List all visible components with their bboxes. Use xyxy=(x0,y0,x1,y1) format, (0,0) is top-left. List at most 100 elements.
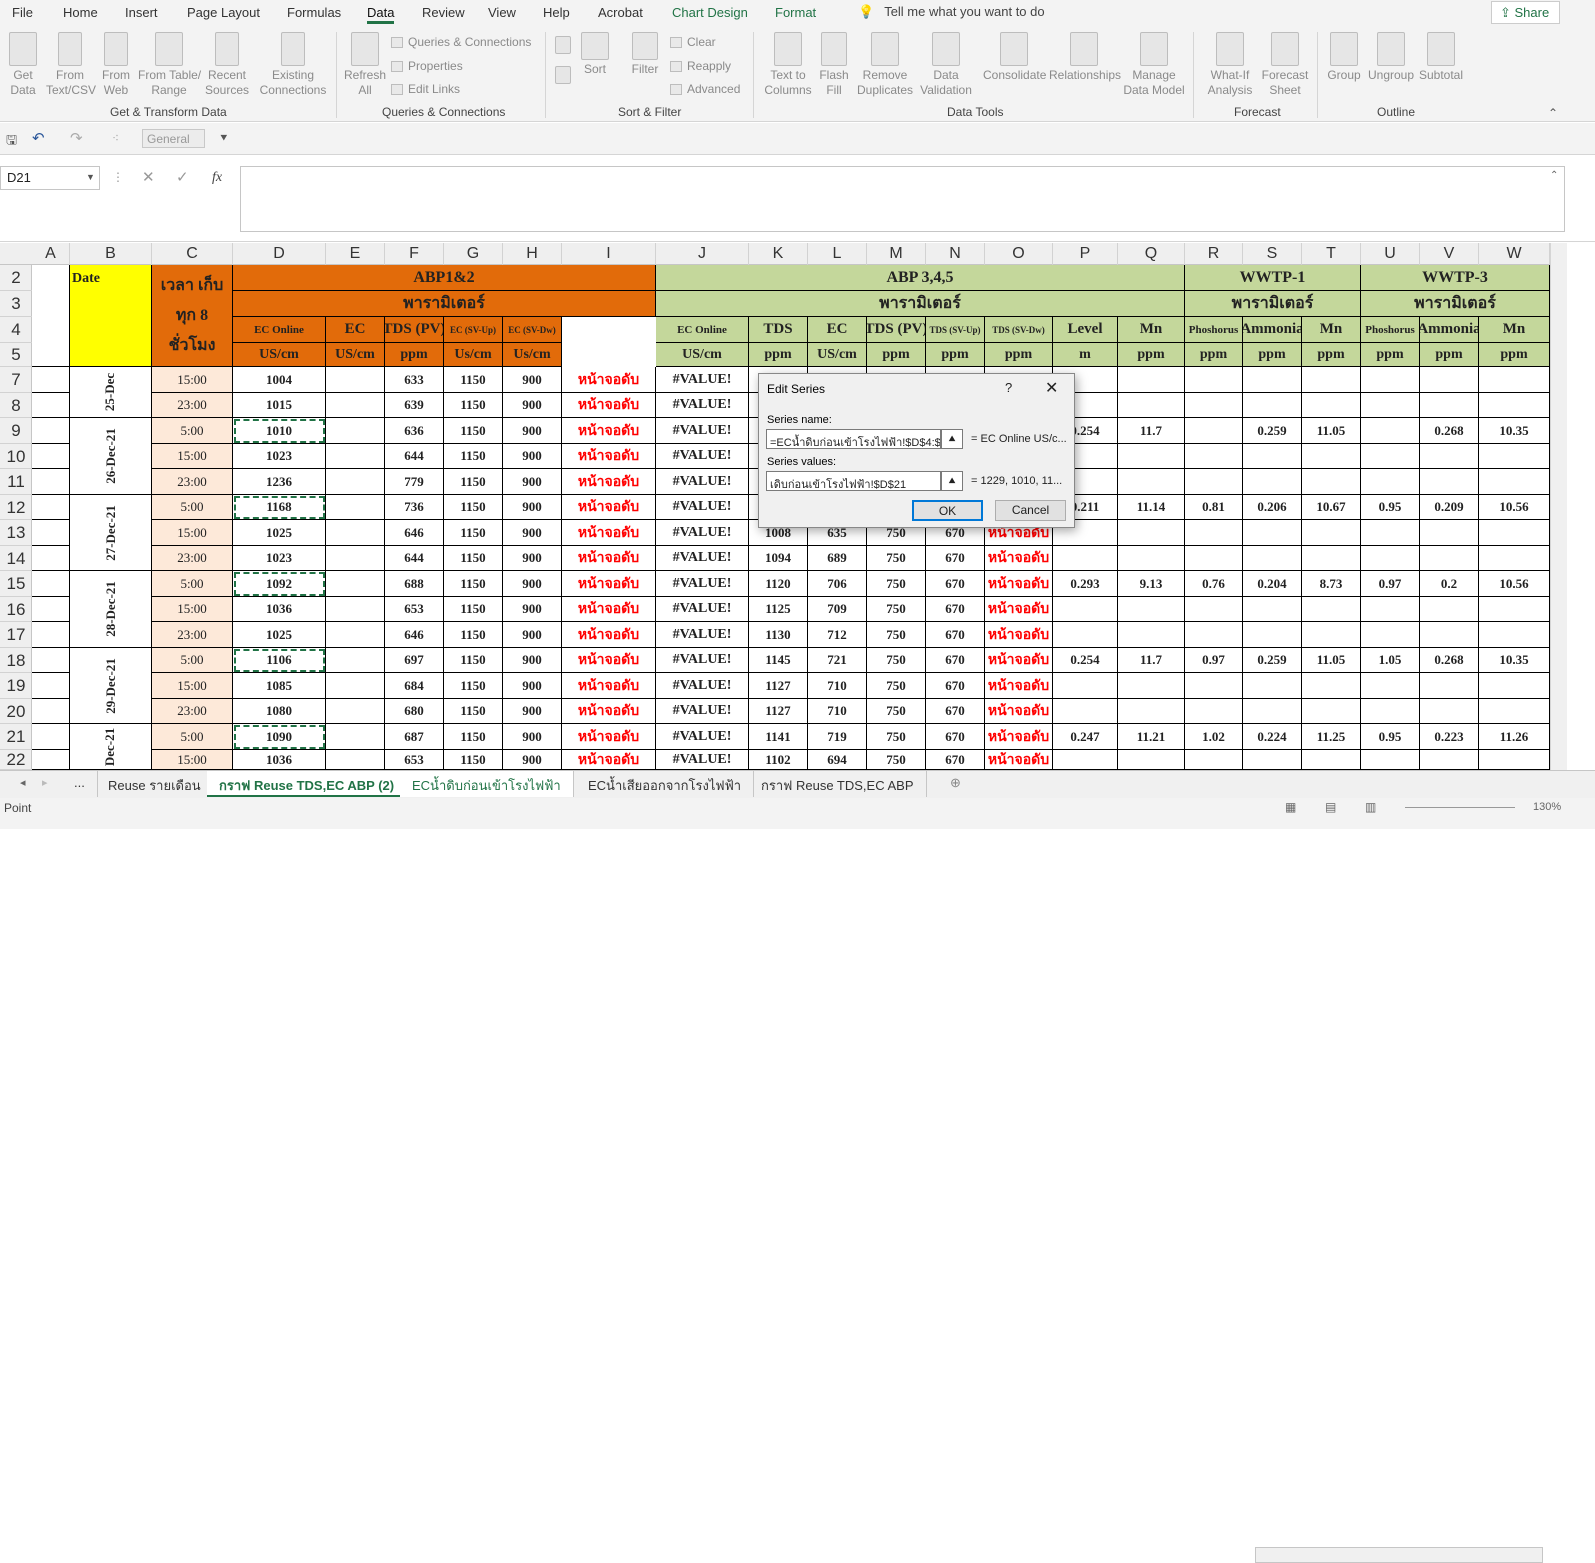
row-header-4[interactable]: 4 xyxy=(0,317,32,343)
column-header-d[interactable]: D xyxy=(233,243,326,265)
ec-sv-dw-cell[interactable]: 900 xyxy=(503,444,562,469)
ec-online-alarm-cell[interactable]: หน้าจอดับ xyxy=(562,367,656,393)
cell-a[interactable] xyxy=(32,367,70,393)
collapse-ribbon-icon[interactable]: ⌃ xyxy=(1548,106,1558,120)
from-web-button[interactable]: From Web xyxy=(100,32,132,98)
tds-value-error-cell[interactable]: #VALUE! xyxy=(656,418,749,444)
column-header-t[interactable]: T xyxy=(1302,243,1361,265)
tds-pv-cell[interactable]: 633 xyxy=(385,367,444,393)
ec-sv-dw-cell[interactable]: 900 xyxy=(503,648,562,673)
wwtp-t-cell[interactable] xyxy=(1302,673,1361,699)
wwtp-s-cell[interactable]: 0.259 xyxy=(1243,418,1302,444)
tds-sv-dw-cell[interactable]: 670 xyxy=(926,750,985,770)
wwtp-q-cell[interactable] xyxy=(1118,622,1185,648)
ec-online-alarm-cell[interactable]: หน้าจอดับ xyxy=(562,469,656,495)
wwtp-s-cell[interactable] xyxy=(1243,597,1302,622)
wwtp-v-cell[interactable] xyxy=(1420,367,1479,393)
ec-online-cell[interactable]: 1085 xyxy=(233,673,326,699)
ec-cell[interactable] xyxy=(326,673,385,699)
tds-value-error-cell[interactable]: #VALUE! xyxy=(656,622,749,648)
wwtp-u-cell[interactable] xyxy=(1361,367,1420,393)
wwtp-v-cell[interactable]: 0.268 xyxy=(1420,418,1479,444)
save-icon[interactable]: 🖫 xyxy=(6,131,17,153)
time-cell[interactable]: 5:00 xyxy=(152,724,233,750)
wwtp-s-cell[interactable]: 0.204 xyxy=(1243,571,1302,597)
forecast-sheet-button[interactable]: Forecast Sheet xyxy=(1260,32,1310,98)
tds-pv-cell[interactable]: 653 xyxy=(385,750,444,770)
tds-pv-cell[interactable]: 646 xyxy=(385,622,444,648)
time-cell[interactable]: 23:00 xyxy=(152,546,233,571)
tds-pv-cell[interactable]: 779 xyxy=(385,469,444,495)
row-header-18[interactable]: 18 xyxy=(0,648,32,673)
ec-cell[interactable] xyxy=(326,724,385,750)
cell-a[interactable] xyxy=(32,520,70,546)
ec-sv-dw-cell[interactable]: 900 xyxy=(503,699,562,724)
row-header-16[interactable]: 16 xyxy=(0,597,32,622)
column-header-j[interactable]: J xyxy=(656,243,749,265)
level-alarm-cell[interactable]: หน้าจอดับ xyxy=(985,724,1053,750)
ec-sv-up-cell[interactable]: 1150 xyxy=(444,367,503,393)
wwtp-s-cell[interactable]: 0.206 xyxy=(1243,495,1302,520)
consolidate-button[interactable]: Consolidate xyxy=(983,32,1046,83)
ec-online-alarm-cell[interactable]: หน้าจอดับ xyxy=(562,393,656,418)
column-header-e[interactable]: E xyxy=(326,243,385,265)
wwtp-r-cell[interactable] xyxy=(1185,546,1243,571)
column-header-m[interactable]: M xyxy=(867,243,926,265)
wwtp-q-cell[interactable] xyxy=(1118,673,1185,699)
tds-value-error-cell[interactable]: #VALUE! xyxy=(656,546,749,571)
wwtp-w-cell[interactable]: 10.56 xyxy=(1479,571,1550,597)
ec-abp345-cell[interactable]: 1145 xyxy=(749,648,808,673)
remove-duplicates-button[interactable]: Remove Duplicates xyxy=(856,32,914,98)
time-cell[interactable]: 15:00 xyxy=(152,444,233,469)
wwtp-s-cell[interactable]: 0.259 xyxy=(1243,648,1302,673)
filter-button[interactable]: Filter xyxy=(628,32,662,77)
ec-sv-up-cell[interactable]: 1150 xyxy=(444,520,503,546)
undo-icon[interactable]: ↶ xyxy=(32,129,45,147)
wwtp-w-cell[interactable] xyxy=(1479,673,1550,699)
row-header-5[interactable]: 5 xyxy=(0,343,32,367)
wwtp-p-cell[interactable]: 0.254 xyxy=(1053,648,1118,673)
tab-reuse-chart[interactable]: กราฟ Reuse TDS,EC ABP xyxy=(749,771,927,797)
column-header-c[interactable]: C xyxy=(152,243,233,265)
ec-sv-dw-cell[interactable]: 900 xyxy=(503,750,562,770)
wwtp-r-cell[interactable] xyxy=(1185,699,1243,724)
ec-online-alarm-cell[interactable]: หน้าจอดับ xyxy=(562,597,656,622)
wwtp-t-cell[interactable] xyxy=(1302,546,1361,571)
ec-cell[interactable] xyxy=(326,750,385,770)
ec-abp345-cell[interactable]: 1094 xyxy=(749,546,808,571)
row-header-2[interactable]: 2 xyxy=(0,265,32,291)
ec-abp345-cell[interactable]: 1127 xyxy=(749,673,808,699)
tds-pv-abp345-cell[interactable]: 712 xyxy=(808,622,867,648)
cell-a[interactable] xyxy=(32,699,70,724)
ungroup-button[interactable]: Ungroup xyxy=(1367,32,1415,83)
time-cell[interactable]: 23:00 xyxy=(152,622,233,648)
series-name-input[interactable]: =ECน้ำดิบก่อนเข้าโรงไฟฟ้า!$D$4:$D xyxy=(766,429,941,449)
vertical-scrollbar[interactable] xyxy=(1550,243,1567,770)
edit-links-button[interactable]: Edit Links xyxy=(391,82,460,96)
ec-sv-up-cell[interactable]: 1150 xyxy=(444,495,503,520)
wwtp-w-cell[interactable] xyxy=(1479,750,1550,770)
wwtp-p-cell[interactable] xyxy=(1053,546,1118,571)
tds-sv-dw-cell[interactable]: 670 xyxy=(926,648,985,673)
cell-a[interactable] xyxy=(32,444,70,469)
wwtp-w-cell[interactable] xyxy=(1479,622,1550,648)
time-cell[interactable]: 5:00 xyxy=(152,418,233,444)
tds-sv-up-cell[interactable]: 750 xyxy=(867,648,926,673)
help-icon[interactable]: ? xyxy=(1005,380,1012,395)
wwtp-q-cell[interactable] xyxy=(1118,469,1185,495)
ec-cell[interactable] xyxy=(326,571,385,597)
tds-value-error-cell[interactable]: #VALUE! xyxy=(656,469,749,495)
tds-sv-up-cell[interactable]: 750 xyxy=(867,699,926,724)
ec-online-cell[interactable]: 1106 xyxy=(233,648,326,673)
time-cell[interactable]: 15:00 xyxy=(152,597,233,622)
tds-pv-cell[interactable]: 684 xyxy=(385,673,444,699)
row-header-21[interactable]: 21 xyxy=(0,724,32,750)
wwtp-t-cell[interactable]: 10.67 xyxy=(1302,495,1361,520)
tds-pv-cell[interactable]: 644 xyxy=(385,444,444,469)
wwtp-r-cell[interactable]: 0.76 xyxy=(1185,571,1243,597)
relationships-button[interactable]: Relationships xyxy=(1049,32,1121,83)
ec-abp345-cell[interactable]: 1120 xyxy=(749,571,808,597)
level-alarm-cell[interactable]: หน้าจอดับ xyxy=(985,750,1053,770)
tds-pv-abp345-cell[interactable]: 721 xyxy=(808,648,867,673)
ec-online-alarm-cell[interactable]: หน้าจอดับ xyxy=(562,520,656,546)
